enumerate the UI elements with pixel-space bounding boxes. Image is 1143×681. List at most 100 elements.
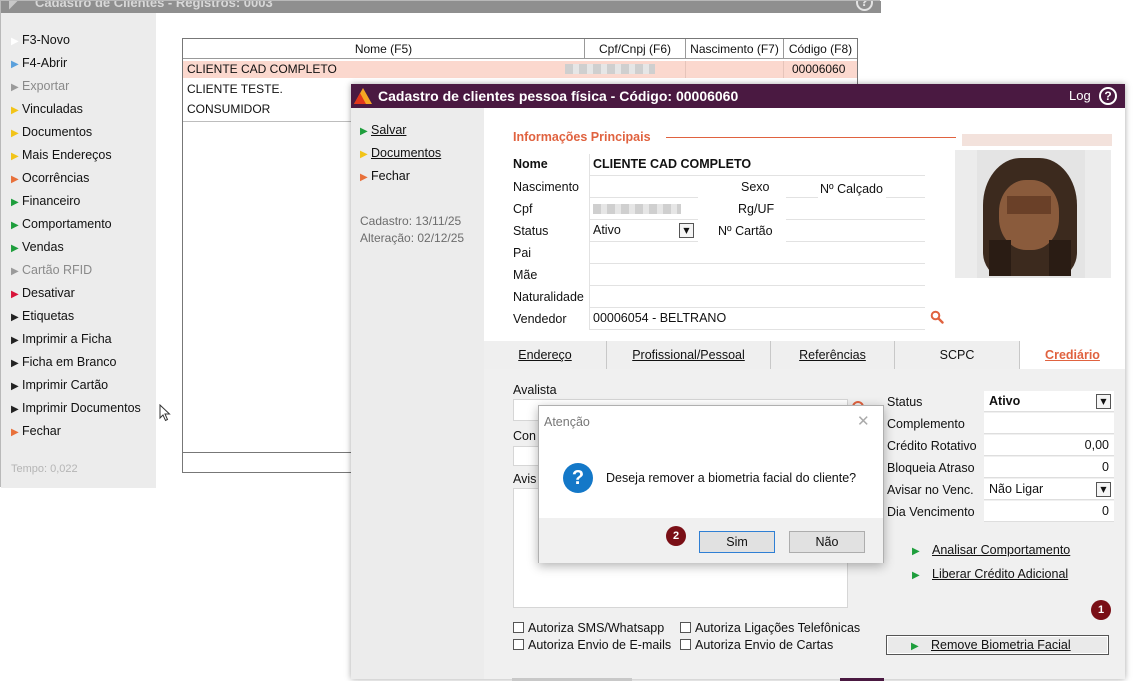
- label-con: Con: [513, 429, 536, 443]
- close-icon[interactable]: ✕: [857, 412, 870, 430]
- sidebar-item-ficha-em-branco[interactable]: ▶ Ficha em Branco: [11, 352, 116, 372]
- cell-nome: CLIENTE TESTE.: [187, 82, 283, 96]
- confirm-dialog: Atenção ✕ ? Deseja remover a biometria f…: [538, 405, 884, 563]
- play-icon: ▶: [11, 381, 19, 392]
- tab-scpc[interactable]: SCPC: [895, 341, 1020, 369]
- label-sexo: Sexo: [741, 180, 770, 194]
- documents-button[interactable]: ▶ Documentos: [360, 143, 441, 163]
- label-mae: Mãe: [513, 268, 538, 282]
- log-link[interactable]: Log: [1069, 84, 1091, 108]
- label-status: Status: [513, 224, 549, 238]
- label-complemento: Complemento: [887, 417, 965, 431]
- cred-status-select[interactable]: Ativo: [984, 391, 1114, 412]
- sidebar-item-vinculadas[interactable]: ▶ Vinculadas: [11, 99, 83, 119]
- save-button[interactable]: ▶ Salvar: [360, 120, 406, 140]
- sidebar-item-desativar[interactable]: ▶ Desativar: [11, 283, 75, 303]
- tab-crediario[interactable]: Crediário: [1020, 341, 1125, 369]
- sidebar-item-vendas[interactable]: ▶ Vendas: [11, 237, 64, 257]
- naturalidade-field[interactable]: [590, 286, 925, 308]
- sidebar-item-exportar[interactable]: ▶ Exportar: [11, 76, 69, 96]
- column-header-cpf[interactable]: Cpf/Cnpj (F6): [585, 39, 686, 59]
- section-divider: [666, 137, 956, 138]
- remove-biometria-button[interactable]: ▶ Remove Biometria Facial: [886, 635, 1109, 655]
- credito-field[interactable]: 0,00: [984, 435, 1114, 456]
- sidebar-item-comportamento[interactable]: ▶ Comportamento: [11, 214, 112, 234]
- column-header-codigo[interactable]: Código (F8): [784, 39, 857, 59]
- window-app-icon: ◤: [9, 1, 19, 11]
- sidebar-item-imprimir-cartao[interactable]: ▶ Imprimir Cartão: [11, 375, 108, 395]
- no-button[interactable]: Não: [789, 531, 865, 553]
- sidebar-item-documentos[interactable]: ▶ Documentos: [11, 122, 92, 142]
- sidebar-item-imprimir-documentos[interactable]: ▶ Imprimir Documentos: [11, 398, 141, 418]
- checkbox-icon[interactable]: [513, 639, 524, 650]
- play-icon: ▶: [911, 641, 919, 652]
- clients-list-title: Cadastro de Clientes - Registros: 0003: [35, 1, 273, 10]
- column-header-nascimento[interactable]: Nascimento (F7): [686, 39, 784, 59]
- tab-endereco[interactable]: Endereço: [484, 341, 607, 369]
- chevron-down-icon[interactable]: ▼: [679, 223, 694, 238]
- chevron-down-icon[interactable]: ▼: [1096, 394, 1111, 409]
- complemento-field[interactable]: [984, 413, 1114, 434]
- checkbox-icon[interactable]: [680, 639, 691, 650]
- yes-button[interactable]: Sim: [699, 531, 775, 553]
- liberar-link[interactable]: ▶ Liberar Crédito Adicional: [912, 567, 1068, 581]
- cpf-field[interactable]: [590, 198, 698, 220]
- play-icon: ▶: [11, 243, 19, 254]
- play-icon: ▶: [11, 335, 19, 346]
- help-icon[interactable]: ?: [1099, 87, 1117, 105]
- label-nome: Nome: [513, 157, 548, 171]
- mae-field[interactable]: [590, 264, 925, 286]
- dia-field[interactable]: 0: [984, 501, 1114, 522]
- column-header-nome[interactable]: Nome (F5): [183, 39, 585, 59]
- label-nascimento: Nascimento: [513, 180, 579, 194]
- sidebar-item-mais-enderecos[interactable]: ▶ Mais Endereços: [11, 145, 112, 165]
- sidebar-item-novo[interactable]: ▶ F3-Novo: [11, 30, 70, 50]
- search-icon[interactable]: [930, 310, 944, 324]
- pai-field[interactable]: [590, 242, 925, 264]
- sidebar-item-fechar[interactable]: ▶ Fechar: [11, 421, 61, 441]
- nascimento-field[interactable]: [590, 176, 698, 198]
- elapsed-time: Tempo: 0,022: [11, 463, 78, 475]
- chevron-down-icon[interactable]: ▼: [1096, 482, 1111, 497]
- checkbox-icon[interactable]: [680, 622, 691, 633]
- label-credito: Crédito Rotativo: [887, 439, 977, 453]
- check-sms[interactable]: Autoriza SMS/Whatsapp: [513, 621, 664, 635]
- checkbox-icon[interactable]: [513, 622, 524, 633]
- client-photo[interactable]: [955, 150, 1111, 278]
- client-form-title-bar: Cadastro de clientes pessoa física - Cód…: [351, 84, 1125, 108]
- play-icon: ▶: [11, 128, 19, 139]
- table-row[interactable]: CLIENTE CAD COMPLETO 00006060: [183, 61, 857, 78]
- sidebar-item-cartao-rfid[interactable]: ▶ Cartão RFID: [11, 260, 92, 280]
- play-icon: ▶: [11, 105, 19, 116]
- sidebar-item-abrir[interactable]: ▶ F4-Abrir: [11, 53, 67, 73]
- bloqueia-field[interactable]: 0: [984, 457, 1114, 478]
- dialog-footer: Sim Não: [539, 518, 883, 563]
- sidebar-item-etiquetas[interactable]: ▶ Etiquetas: [11, 306, 74, 326]
- sidebar-item-ocorrencias[interactable]: ▶ Ocorrências: [11, 168, 89, 188]
- avisar-select[interactable]: Não Ligar: [984, 479, 1114, 500]
- app-logo-icon: [354, 88, 372, 104]
- help-icon[interactable]: ?: [856, 1, 873, 11]
- label-avalista: Avalista: [513, 383, 557, 397]
- cartao-field[interactable]: [786, 220, 925, 242]
- analisar-link[interactable]: ▶ Analisar Comportamento: [912, 543, 1070, 557]
- tab-referencias[interactable]: Referências: [771, 341, 895, 369]
- sidebar-item-financeiro[interactable]: ▶ Financeiro: [11, 191, 80, 211]
- play-icon: ▶: [11, 36, 19, 47]
- sidebar-item-imprimir-ficha[interactable]: ▶ Imprimir a Ficha: [11, 329, 112, 349]
- check-emails[interactable]: Autoriza Envio de E-mails: [513, 638, 671, 652]
- field-divider: [589, 154, 590, 330]
- vendedor-field[interactable]: 00006054 - BELTRANO: [590, 308, 925, 330]
- label-rg: Rg/UF: [738, 202, 775, 216]
- check-cartas[interactable]: Autoriza Envio de Cartas: [680, 638, 833, 652]
- tab-profissional[interactable]: Profissional/Pessoal: [607, 341, 771, 369]
- calcado-field[interactable]: [886, 176, 925, 198]
- play-icon: ▶: [11, 358, 19, 369]
- close-button[interactable]: ▶ Fechar: [360, 166, 410, 186]
- tab-bar: Endereço Profissional/Pessoal Referência…: [484, 341, 1125, 369]
- rg-field[interactable]: [786, 198, 925, 220]
- sexo-field[interactable]: [786, 176, 818, 198]
- check-ligacoes[interactable]: Autoriza Ligações Telefônicas: [680, 621, 860, 635]
- play-icon: ▶: [912, 570, 920, 581]
- nome-field[interactable]: CLIENTE CAD COMPLETO: [590, 154, 925, 176]
